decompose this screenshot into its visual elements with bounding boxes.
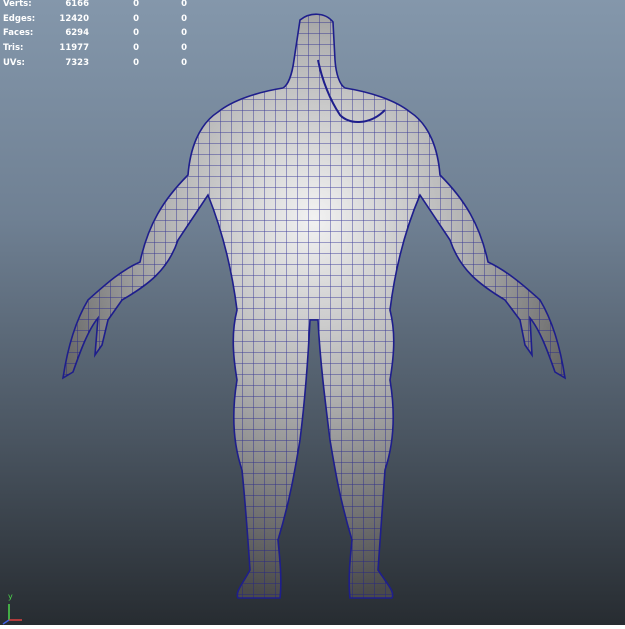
hud-label: UVs:	[3, 58, 25, 68]
hud-value: 12420	[59, 14, 89, 24]
3d-viewport[interactable]: Verts: 6166 0 0 Edges: 12420 0 0 Faces: …	[0, 0, 625, 625]
character-mesh-wireframe[interactable]	[0, 0, 625, 625]
hud-value: 0	[181, 28, 187, 38]
hud-value: 0	[133, 58, 139, 68]
axis-y-label: y	[8, 592, 13, 601]
hud-value: 0	[133, 43, 139, 53]
axis-gizmo: y	[0, 590, 30, 625]
hud-row-edges: Edges: 12420 0 0	[0, 14, 200, 27]
hud-row-verts: Verts: 6166 0 0	[0, 0, 200, 12]
hud-value: 0	[181, 43, 187, 53]
hud-row-uvs: UVs: 7323 0 0	[0, 58, 200, 71]
hud-value: 7323	[65, 58, 89, 68]
wire-grid	[63, 14, 565, 598]
hud-value: 0	[181, 0, 187, 9]
hud-label: Faces:	[3, 28, 34, 38]
hud-label: Verts:	[3, 0, 32, 9]
hud-value: 6166	[65, 0, 89, 9]
hud-value: 0	[133, 0, 139, 9]
axis-icon	[2, 604, 22, 625]
hud-row-tris: Tris: 11977 0 0	[0, 43, 200, 56]
hud-value: 11977	[59, 43, 89, 53]
hud-value: 0	[181, 58, 187, 68]
hud-value: 6294	[65, 28, 89, 38]
hud-value: 0	[133, 28, 139, 38]
hud-value: 0	[181, 14, 187, 24]
hud-value: 0	[133, 14, 139, 24]
hud-label: Tris:	[3, 43, 24, 53]
hud-row-faces: Faces: 6294 0 0	[0, 28, 200, 41]
hud-label: Edges:	[3, 14, 36, 24]
